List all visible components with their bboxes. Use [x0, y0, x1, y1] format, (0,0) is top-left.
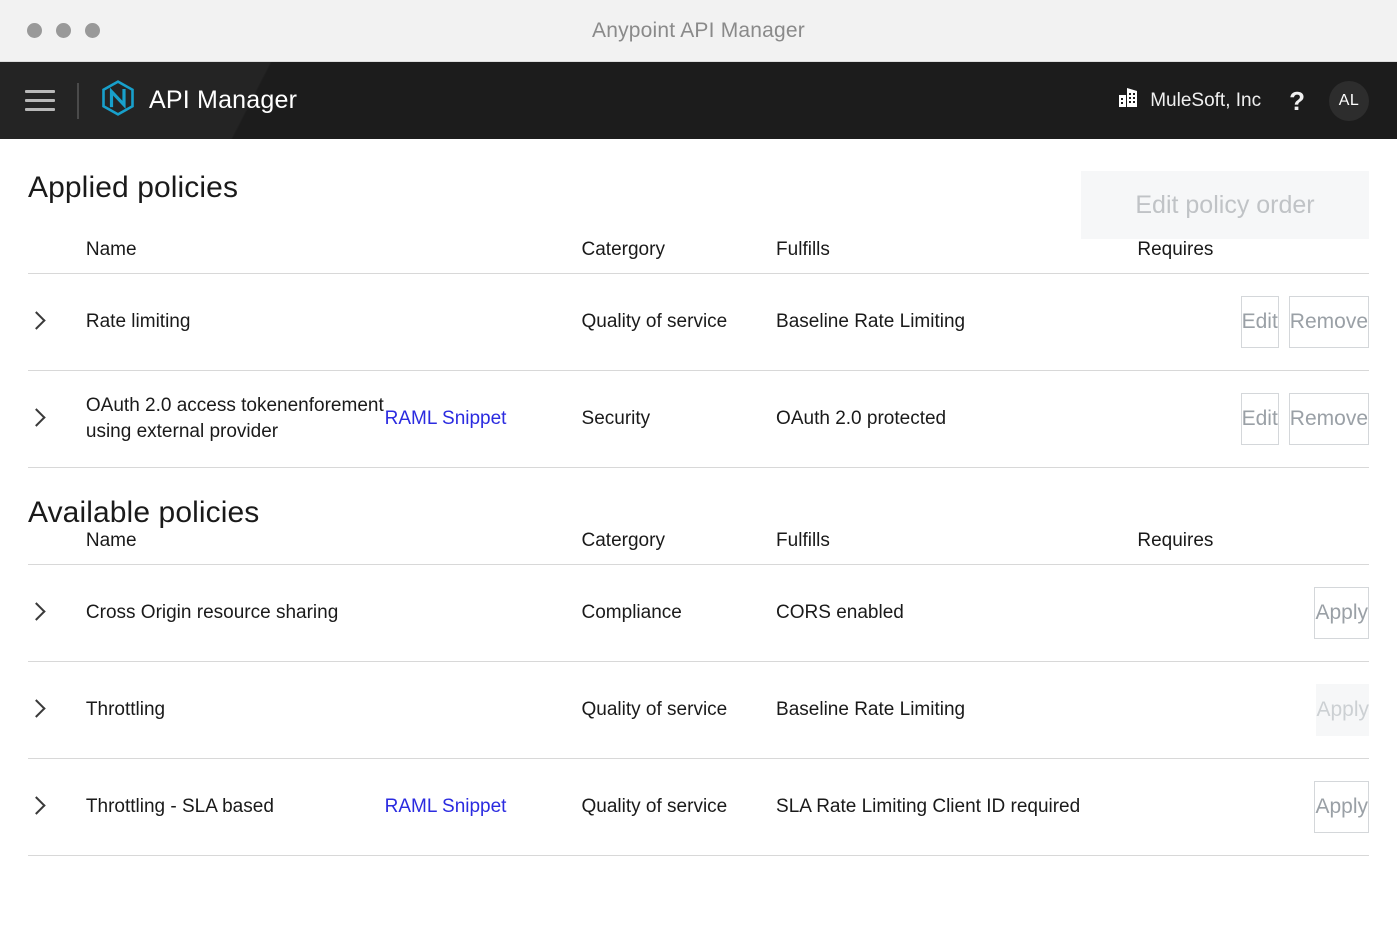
apply-policy-button[interactable]: Apply	[1314, 781, 1369, 833]
table-row: Rate limiting Quality of service Baselin…	[27, 273, 1369, 371]
avatar[interactable]: AL	[1329, 80, 1369, 121]
available-header-snippet	[384, 530, 582, 565]
applied-header-snippet	[384, 239, 582, 274]
policy-name: Cross Origin resource sharing	[85, 564, 385, 662]
hamburger-bar	[25, 90, 55, 93]
policy-fulfills: Baseline Rate Limiting	[776, 273, 1138, 371]
apply-policy-button[interactable]: Apply	[1314, 587, 1369, 639]
window-title: Anypoint API Manager	[592, 18, 805, 42]
applied-policies-table: Name Catergory Fulfills Requires Rate li…	[27, 239, 1369, 468]
applied-header-category: Catergory	[581, 239, 777, 274]
header-divider	[77, 82, 79, 119]
table-row: Throttling Quality of service Baseline R…	[27, 661, 1369, 759]
help-icon[interactable]: ?	[1289, 88, 1305, 114]
applied-header-fulfills: Fulfills	[776, 239, 1138, 274]
available-header-fulfills: Fulfills	[776, 530, 1138, 565]
chevron-right-icon[interactable]	[27, 699, 46, 718]
raml-snippet-link[interactable]: RAML Snippet	[385, 796, 507, 817]
policy-snippet-cell	[384, 564, 582, 662]
expand-row-cell	[27, 758, 86, 856]
applied-policies-header: Applied policies Edit policy order	[28, 139, 1369, 239]
table-row: OAuth 2.0 access tokenenforement using e…	[27, 370, 1369, 468]
remove-policy-button[interactable]: Remove	[1288, 296, 1369, 348]
organization-name: MuleSoft, Inc	[1150, 89, 1262, 111]
available-header-spacer	[28, 530, 86, 565]
chevron-right-icon[interactable]	[27, 311, 46, 330]
policy-snippet-cell: RAML Snippet	[384, 370, 582, 468]
applied-table-header-row: Name Catergory Fulfills Requires	[28, 239, 1369, 274]
hamburger-icon[interactable]	[25, 90, 55, 111]
expand-row-cell	[27, 564, 86, 662]
edit-policy-button[interactable]: Edit	[1240, 296, 1279, 348]
expand-row-cell	[27, 661, 86, 759]
available-policies-header: Available policies	[28, 468, 1369, 530]
policy-category: Compliance	[581, 564, 777, 662]
hamburger-bar	[25, 99, 55, 102]
applied-header-name: Name	[85, 239, 385, 274]
expand-row-cell	[27, 273, 86, 371]
policy-name: Rate limiting	[85, 273, 385, 371]
chevron-right-icon[interactable]	[27, 408, 46, 427]
chevron-right-icon[interactable]	[27, 602, 46, 621]
app-title: API Manager	[149, 86, 298, 114]
brand-home-link[interactable]: API Manager	[101, 80, 297, 121]
table-row: Cross Origin resource sharing Compliance…	[27, 564, 1369, 662]
applied-header-spacer	[28, 239, 86, 274]
policy-snippet-cell	[384, 661, 582, 759]
policy-fulfills: Baseline Rate Limiting	[776, 661, 1138, 759]
page-content: Applied policies Edit policy order Name …	[0, 139, 1397, 856]
app-header: API Manager MuleSoft, Inc ? AL	[0, 62, 1397, 139]
policy-fulfills: OAuth 2.0 protected	[776, 370, 1138, 468]
available-header-category: Catergory	[581, 530, 777, 565]
edit-policy-order-button[interactable]: Edit policy order	[1081, 171, 1369, 239]
building-icon	[1117, 87, 1139, 114]
policy-name: Throttling	[85, 661, 385, 759]
policy-category: Security	[581, 370, 777, 468]
policy-snippet-cell: RAML Snippet	[384, 758, 582, 856]
applied-header-requires: Requires	[1137, 239, 1369, 274]
policy-fulfills: CORS enabled	[776, 564, 1138, 662]
edit-policy-button[interactable]: Edit	[1240, 393, 1279, 445]
apply-policy-button[interactable]: Apply	[1316, 684, 1369, 736]
available-table-header-row: Name Catergory Fulfills Requires	[28, 530, 1369, 565]
applied-policies-title: Applied policies	[28, 171, 239, 204]
available-header-requires: Requires	[1137, 530, 1369, 565]
available-header-name: Name	[85, 530, 385, 565]
header-actions: MuleSoft, Inc ? AL	[1117, 80, 1369, 121]
hamburger-bar	[25, 108, 55, 111]
anypoint-logo-icon	[101, 80, 135, 121]
organization-selector[interactable]: MuleSoft, Inc	[1117, 87, 1261, 114]
policy-category: Quality of service	[581, 661, 777, 759]
policy-name: OAuth 2.0 access tokenenforement using e…	[85, 370, 385, 468]
table-row: Throttling - SLA based RAML Snippet Qual…	[27, 758, 1369, 856]
policy-fulfills: SLA Rate Limiting Client ID required	[776, 758, 1138, 856]
policy-category: Quality of service	[581, 758, 777, 856]
policy-name: Throttling - SLA based	[85, 758, 385, 856]
remove-policy-button[interactable]: Remove	[1288, 393, 1369, 445]
raml-snippet-link[interactable]: RAML Snippet	[385, 408, 507, 429]
available-policies-table: Name Catergory Fulfills Requires Cross O…	[27, 530, 1369, 856]
policy-snippet-cell	[384, 273, 582, 371]
window-titlebar: Anypoint API Manager	[0, 0, 1397, 62]
available-policies-title: Available policies	[28, 496, 260, 529]
expand-row-cell	[27, 370, 86, 468]
chevron-right-icon[interactable]	[27, 796, 46, 815]
policy-category: Quality of service	[581, 273, 777, 371]
